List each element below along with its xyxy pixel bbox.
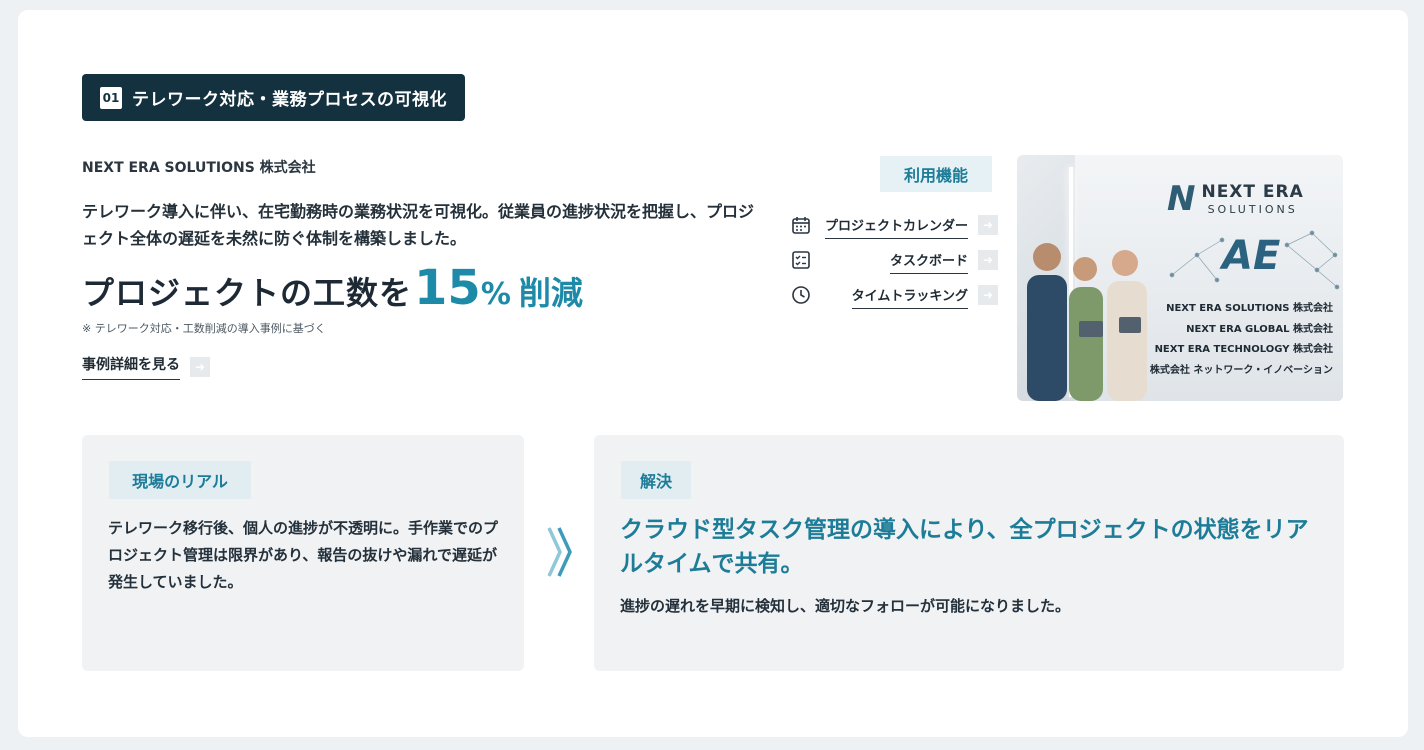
feature-item[interactable]: タイムトラッキング ➜ — [790, 277, 998, 312]
feature-label-taskboard[interactable]: タスクボード — [889, 254, 968, 274]
headline-prefix: プロジェクトの工数を — [82, 274, 413, 312]
group-companies: NEXT ERA SOLUTIONS 株式会社 NEXT ERA GLOBAL … — [1150, 299, 1333, 381]
solution-tag: 解決 — [621, 461, 691, 499]
solution-text: 進捗の遅れを早期に検知し、適切なフォローが可能になりました。 — [620, 597, 1071, 615]
brand-name-bottom: SOLUTIONS — [1207, 202, 1298, 216]
arrow-right-icon[interactable]: ➜ — [978, 214, 998, 235]
headline-suffix: 削減 — [518, 274, 583, 312]
headline: プロジェクトの工数を 15 % 削減 — [82, 260, 583, 316]
headline-unit: % — [480, 277, 511, 312]
detail-link-label[interactable]: 事例詳細を見る — [82, 354, 180, 380]
arrow-right-icon[interactable]: ➜ — [978, 284, 998, 305]
clock-icon — [790, 284, 812, 306]
brand-logo: N NEXT ERA SOLUTIONS — [1167, 179, 1304, 219]
brand-name-top: NEXT ERA — [1201, 181, 1304, 202]
feature-item[interactable]: プロジェクトカレンダー ➜ — [790, 207, 998, 242]
company-name: NEXT ERA SOLUTIONS 株式会社 — [82, 160, 316, 176]
solution-headline: クラウド型タスク管理の導入により、全プロジェクトの状態をリアルタイムで共有。 — [620, 517, 1309, 577]
brand-mark-icon: N — [1167, 179, 1196, 219]
features-list: プロジェクトカレンダー ➜ タスクボード ➜ タイムトラッキング ➜ — [790, 207, 998, 312]
case-title: テレワーク対応・業務プロセスの可視化 — [132, 90, 447, 110]
double-chevron-right-icon — [547, 527, 572, 577]
case-description: テレワーク導入に伴い、在宅勤務時の業務状況を可視化。従業員の進捗状況を把握し、プ… — [82, 202, 755, 248]
group-company: NEXT ERA TECHNOLOGY 株式会社 — [1154, 344, 1333, 355]
case-card: 01 テレワーク対応・業務プロセスの可視化 NEXT ERA SOLUTIONS… — [18, 10, 1408, 737]
arrow-right-icon[interactable]: ➜ — [190, 357, 210, 377]
group-company: NEXT ERA SOLUTIONS 株式会社 — [1166, 303, 1333, 314]
feature-label-timetracking[interactable]: タイムトラッキング — [851, 289, 968, 309]
features-tag: 利用機能 — [880, 156, 992, 192]
case-photo: N NEXT ERA SOLUTIONS AE NEXT ERA SOLUTIO… — [1017, 155, 1343, 401]
arrow-right-icon[interactable]: ➜ — [978, 249, 998, 270]
reality-text: テレワーク移行後、個人の進捗が不透明に。手作業でのプロジェクト管理は限界があり、… — [108, 519, 499, 591]
reality-card: 現場のリアル テレワーク移行後、個人の進捗が不透明に。手作業でのプロジェクト管理… — [82, 435, 524, 671]
reality-tag: 現場のリアル — [109, 461, 251, 499]
people-illustration — [1027, 243, 1147, 401]
footnote: ※ テレワーク対応・工数削減の導入事例に基づく — [82, 322, 326, 335]
group-company: NEXT ERA GLOBAL 株式会社 — [1186, 323, 1333, 335]
case-tag: 01 テレワーク対応・業務プロセスの可視化 — [82, 74, 465, 121]
calendar-icon — [790, 214, 812, 236]
feature-label-calendar[interactable]: プロジェクトカレンダー — [824, 219, 968, 239]
detail-link[interactable]: 事例詳細を見る ➜ — [82, 354, 210, 380]
checklist-icon — [790, 249, 812, 271]
ae-logo: AE — [1222, 233, 1281, 279]
feature-item[interactable]: タスクボード ➜ — [790, 242, 998, 277]
solution-card: 解決 クラウド型タスク管理の導入により、全プロジェクトの状態をリアルタイムで共有… — [594, 435, 1344, 671]
group-company: 株式会社 ネットワーク・イノベーション — [1149, 364, 1333, 376]
headline-number: 15 — [414, 260, 481, 316]
case-number: 01 — [100, 86, 122, 109]
